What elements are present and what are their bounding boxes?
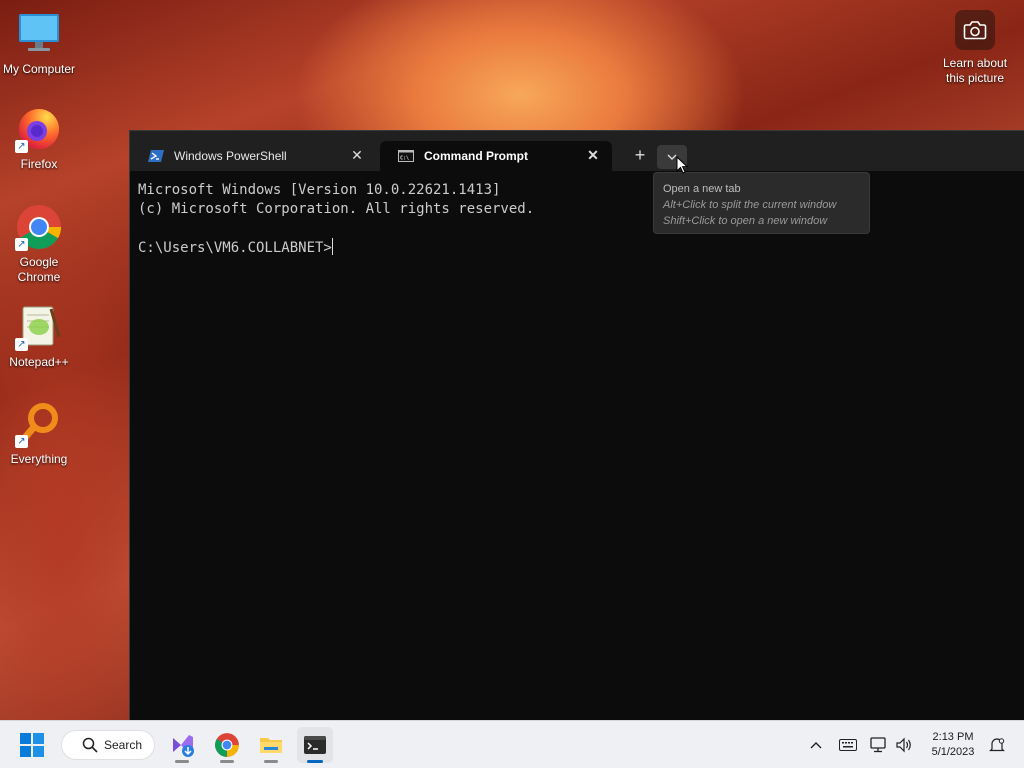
running-indicator [264,760,278,763]
taskbar: Search 2:13 PM 5/1/2023 [0,720,1024,768]
console-prompt: C:\Users\VM6.COLLABNET> [138,240,332,256]
active-indicator [307,760,323,763]
notification-bell-icon [989,738,1005,752]
tab-bar: Windows PowerShell ✕ C:\ Command Prompt … [130,131,1024,171]
tooltip-line: Shift+Click to open a new window [663,215,828,227]
console-line: (c) Microsoft Corporation. All rights re… [138,201,535,217]
taskbar-file-explorer[interactable] [253,727,289,763]
clock-date: 5/1/2023 [931,746,975,758]
terminal-window[interactable]: Windows PowerShell ✕ C:\ Command Prompt … [129,130,1024,720]
chrome-icon [215,733,239,757]
volume-button[interactable] [892,721,916,768]
keyboard-button[interactable] [836,721,860,768]
chrome-icon: ↗ [15,203,63,251]
console-prompt-line: C:\Users\VM6.COLLABNET> [138,238,1016,258]
close-tab-icon[interactable]: ✕ [586,148,600,162]
network-button[interactable] [868,721,890,768]
desktop-icon-label: Everything [10,452,68,466]
learn-picture-label: Learn about this picture [942,56,1008,85]
keyboard-icon [839,739,857,751]
mouse-pointer-icon [676,156,688,174]
desktop-icon-label: Google Chrome [17,255,61,284]
desktop-icon-my-computer[interactable]: My Computer [0,10,78,77]
tab-command-prompt[interactable]: C:\ Command Prompt ✕ [380,141,612,171]
tab-windows-powershell[interactable]: Windows PowerShell ✕ [130,141,376,171]
clock-time: 2:13 PM [932,731,974,743]
svg-text:C:\: C:\ [400,156,409,162]
shortcut-arrow-icon: ↗ [15,238,28,251]
network-icon [870,737,886,753]
new-tab-plus-icon[interactable]: + [630,145,650,165]
desktop-icon-label: Firefox [20,157,58,171]
new-tab-tooltip: Open a new tab Alt+Click to split the cu… [653,172,870,234]
notepadpp-icon: ↗ [15,303,63,351]
folder-icon [260,738,282,753]
tooltip-line: Alt+Click to split the current window [663,199,837,211]
text-cursor [331,238,333,255]
shortcut-arrow-icon: ↗ [15,338,28,351]
start-button[interactable] [14,727,50,763]
firefox-icon: ↗ [15,105,63,153]
tab-label: Windows PowerShell [174,149,287,163]
terminal-icon [304,736,326,754]
console-line: Microsoft Windows [Version 10.0.22621.14… [138,182,501,198]
learn-about-picture[interactable]: Learn about this picture [938,10,1012,86]
desktop-icon-chrome[interactable]: ↗ Google Chrome [0,203,78,285]
shortcut-arrow-icon: ↗ [15,435,28,448]
cmd-icon: C:\ [398,150,414,162]
search-icon [82,737,98,753]
desktop-icon-everything[interactable]: ↗ Everything [0,400,78,467]
console-output[interactable]: Microsoft Windows [Version 10.0.22621.14… [138,181,1016,258]
tab-label: Command Prompt [424,149,529,163]
powershell-icon [148,150,164,162]
camera-icon [955,10,995,50]
taskbar-chrome[interactable] [209,727,245,763]
shortcut-arrow-icon: ↗ [15,140,28,153]
chevron-up-icon [810,742,822,749]
windows-logo-icon [20,733,44,757]
desktop-icon-notepadpp[interactable]: ↗ Notepad++ [0,303,78,370]
everything-search-icon: ↗ [15,400,63,448]
search-label: Search [104,738,143,752]
desktop-icon-label: My Computer [2,62,76,76]
desktop-icon-label: Notepad++ [9,355,69,369]
taskbar-visual-studio[interactable] [164,727,200,763]
taskbar-terminal[interactable] [297,727,333,763]
show-hidden-icons-button[interactable] [804,721,828,768]
clock[interactable]: 2:13 PM 5/1/2023 [920,730,986,760]
speaker-icon [896,737,911,753]
taskbar-search[interactable]: Search [61,730,155,760]
monitor-icon [15,10,63,58]
desktop-icon-firefox[interactable]: ↗ Firefox [0,105,78,172]
close-tab-icon[interactable]: ✕ [350,148,364,162]
running-indicator [175,760,189,763]
notifications-button[interactable] [986,721,1008,768]
tooltip-title: Open a new tab [663,183,741,195]
running-indicator [220,760,234,763]
visual-studio-icon [173,735,194,757]
